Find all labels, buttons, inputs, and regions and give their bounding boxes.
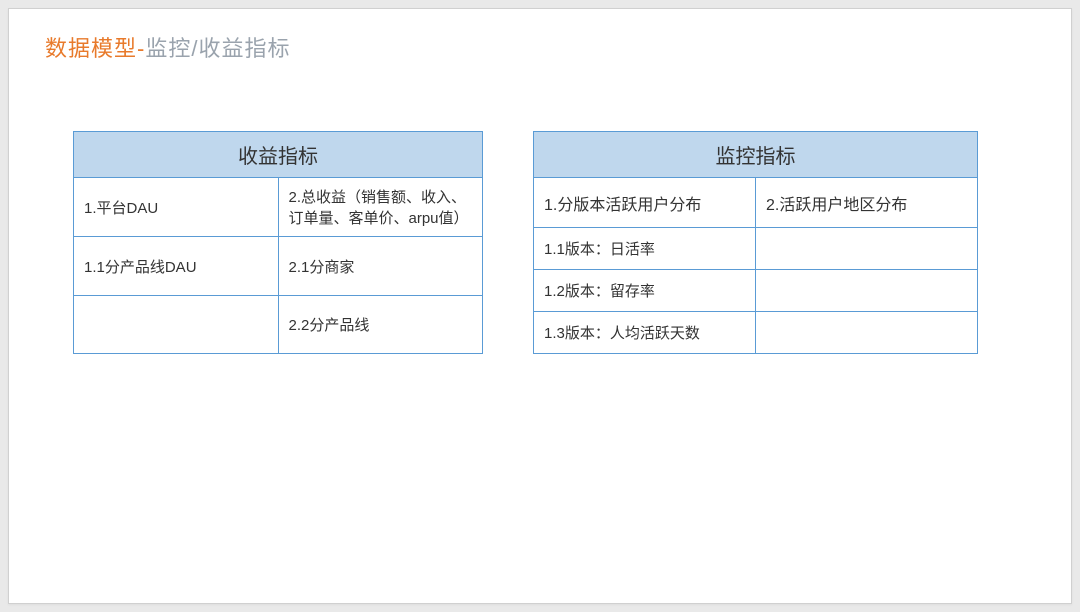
cell: 1.分版本活跃用户分布	[534, 178, 756, 228]
cell	[756, 228, 978, 270]
cell: 1.2版本：留存率	[534, 270, 756, 312]
cell	[756, 312, 978, 354]
page-title: 数据模型-监控/收益指标	[45, 31, 1035, 63]
cell: 2.2分产品线	[278, 295, 483, 353]
monitoring-metrics-table: 监控指标 1.分版本活跃用户分布 2.活跃用户地区分布 1.1版本：日活率 1.…	[533, 131, 978, 354]
table-row: 1.分版本活跃用户分布 2.活跃用户地区分布	[534, 178, 978, 228]
cell: 1.1分产品线DAU	[74, 237, 279, 295]
revenue-table-header: 收益指标	[74, 132, 483, 178]
cell: 2.1分商家	[278, 237, 483, 295]
tables-container: 收益指标 1.平台DAU 2.总收益（销售额、收入、订单量、客单价、arpu值）…	[45, 131, 1035, 354]
title-part1: 数据模型-	[45, 36, 145, 61]
cell: 1.1版本：日活率	[534, 228, 756, 270]
cell: 1.3版本：人均活跃天数	[534, 312, 756, 354]
table-row: 2.2分产品线	[74, 295, 483, 353]
table-row: 1.2版本：留存率	[534, 270, 978, 312]
monitoring-table-header: 监控指标	[534, 132, 978, 178]
cell	[74, 295, 279, 353]
table-row: 1.1分产品线DAU 2.1分商家	[74, 237, 483, 295]
table-row: 1.3版本：人均活跃天数	[534, 312, 978, 354]
table-row: 1.1版本：日活率	[534, 228, 978, 270]
table-row: 1.平台DAU 2.总收益（销售额、收入、订单量、客单价、arpu值）	[74, 178, 483, 237]
slide: 数据模型-监控/收益指标 收益指标 1.平台DAU 2.总收益（销售额、收入、订…	[8, 8, 1072, 604]
cell: 1.平台DAU	[74, 178, 279, 237]
title-part2: 监控/收益指标	[145, 36, 290, 61]
cell: 2.总收益（销售额、收入、订单量、客单价、arpu值）	[278, 178, 483, 237]
cell	[756, 270, 978, 312]
revenue-metrics-table: 收益指标 1.平台DAU 2.总收益（销售额、收入、订单量、客单价、arpu值）…	[73, 131, 483, 354]
cell: 2.活跃用户地区分布	[756, 178, 978, 228]
